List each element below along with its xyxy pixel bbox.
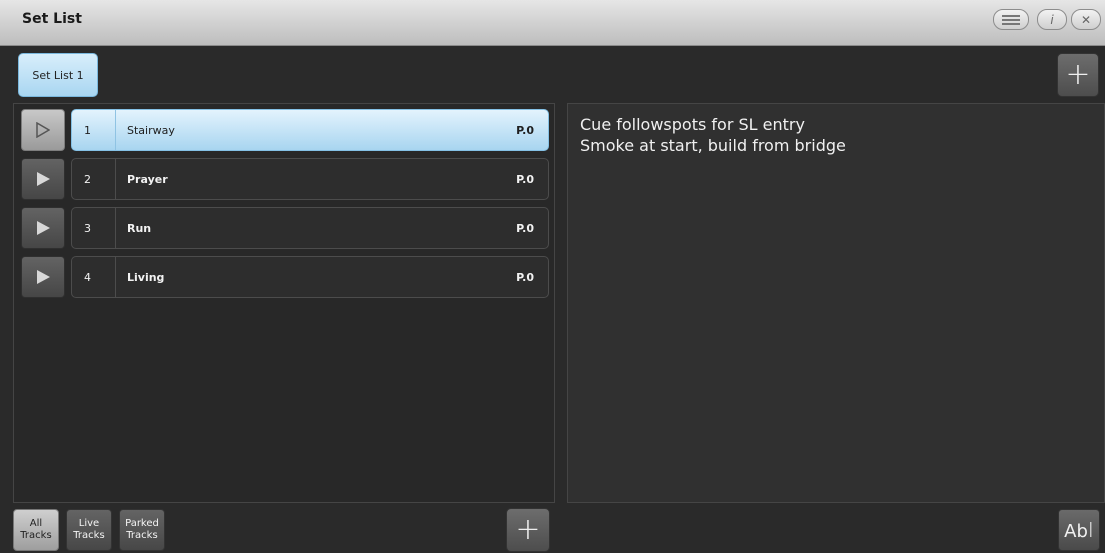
menu-icon [1002,14,1020,25]
track-position: P.0 [516,123,534,137]
track-cell[interactable]: 4 Living P.0 [71,256,549,298]
title-bar: Set List i ✕ [0,0,1105,46]
track-position: P.0 [516,172,534,186]
text-edit-label: Ab [1064,521,1088,542]
track-row: 1 Stairway P.0 [21,109,549,151]
track-cell[interactable]: 2 Prayer P.0 [71,158,549,200]
track-number: 4 [72,257,116,297]
track-name: Prayer [127,172,168,186]
info-icon: i [1050,12,1054,27]
track-position: P.0 [516,221,534,235]
filter-label: Tracks [20,530,52,541]
track-name: Stairway [127,123,175,137]
play-button[interactable] [21,207,65,249]
plus-icon: + [1065,57,1091,92]
track-row: 3 Run P.0 [21,207,549,249]
add-track-button[interactable]: + [506,508,550,552]
play-button[interactable] [21,158,65,200]
play-icon [36,172,50,186]
close-icon: ✕ [1080,12,1092,27]
track-number: 1 [72,110,116,150]
filter-label: Parked [125,518,159,529]
play-icon [36,221,50,235]
filter-label: Tracks [126,530,158,541]
play-button[interactable] [21,256,65,298]
menu-button[interactable] [993,9,1029,30]
window-title: Set List [22,11,82,27]
info-button[interactable]: i [1037,9,1067,30]
notes-line: Cue followspots for SL entry [580,115,805,134]
bottom-toolbar: All Tracks Live Tracks Parked Tracks + AbI [0,503,1105,553]
track-position: P.0 [516,270,534,284]
filter-label: Tracks [73,530,105,541]
filter-label: Live [78,518,100,529]
filter-live-tracks[interactable]: Live Tracks [66,509,112,551]
filter-label: All [29,518,43,529]
track-notes: Cue followspots for SL entry Smoke at st… [580,114,846,156]
track-name: Living [127,270,165,284]
track-row: 4 Living P.0 [21,256,549,298]
play-icon [36,122,50,138]
filter-all-tracks[interactable]: All Tracks [13,509,59,551]
track-cell[interactable]: 3 Run P.0 [71,207,549,249]
track-number: 2 [72,159,116,199]
tab-set-list-1[interactable]: Set List 1 [18,53,98,97]
plus-icon: + [515,512,541,547]
text-edit-icon: AbI [1064,518,1094,542]
close-button[interactable]: ✕ [1071,9,1101,30]
play-button[interactable] [21,109,65,151]
notes-line: Smoke at start, build from bridge [580,136,846,155]
track-cell[interactable]: 1 Stairway P.0 [71,109,549,151]
edit-text-button[interactable]: AbI [1058,509,1100,551]
play-icon [36,270,50,284]
notes-panel[interactable]: Cue followspots for SL entry Smoke at st… [567,103,1105,503]
filter-parked-tracks[interactable]: Parked Tracks [119,509,165,551]
add-set-list-button[interactable]: + [1057,53,1099,97]
track-row: 2 Prayer P.0 [21,158,549,200]
track-name: Run [127,221,152,235]
track-number: 3 [72,208,116,248]
set-list-tab-bar: Set List 1 [0,47,1105,103]
track-list: 1 Stairway P.0 2 Prayer P.0 3 Run P.0 4 … [13,103,555,503]
